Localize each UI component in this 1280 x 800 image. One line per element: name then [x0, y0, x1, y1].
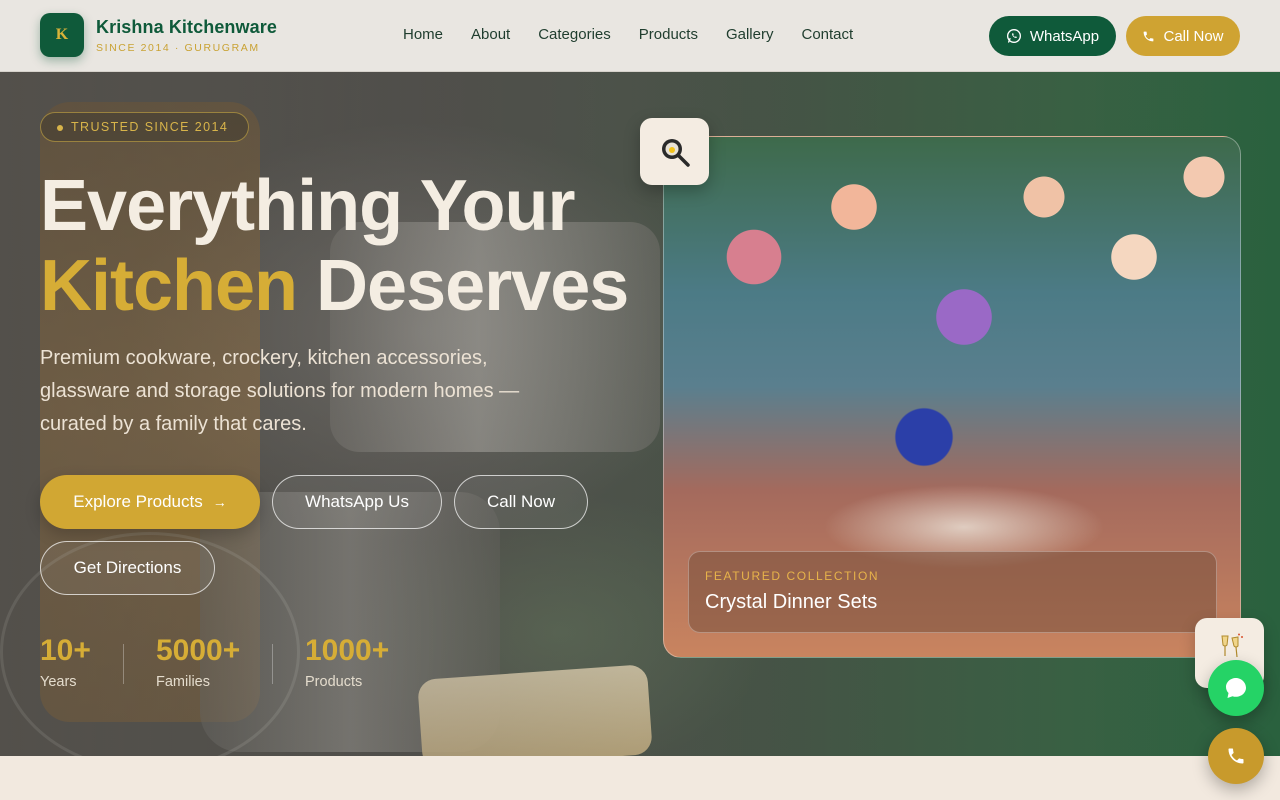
chat-fab-button[interactable]	[1208, 660, 1264, 716]
stat-value: 1000+	[305, 634, 390, 667]
nav-products[interactable]: Products	[639, 26, 698, 43]
trusted-badge: TRUSTED SINCE 2014	[40, 112, 250, 142]
frying-pan-magnifier-tile	[640, 118, 709, 185]
phone-icon	[1144, 31, 1154, 41]
stat-label: Products	[305, 674, 363, 690]
stat-value: 5000+	[156, 634, 241, 667]
featured-caption: FEATURED COLLECTION Crystal Dinner Sets	[688, 551, 1217, 633]
brand-logo[interactable]: K Krishna Kitchenware SINCE 2014 · GURUG…	[40, 13, 277, 57]
nav-contact[interactable]: Contact	[801, 26, 853, 43]
explore-products-label: Explore Products	[73, 492, 203, 511]
stat-products: 1000+ Products	[305, 634, 389, 690]
featured-title: Crystal Dinner Sets	[705, 591, 878, 613]
phone-icon	[1228, 748, 1244, 764]
headline-highlight: Kitchen	[40, 246, 298, 326]
logo-mark: K	[40, 13, 84, 57]
main-nav: Home About Categories Products Gallery C…	[403, 26, 853, 43]
stat-families: 5000+ Families	[156, 634, 240, 690]
arrow-right-icon: →	[212, 494, 227, 510]
nav-about[interactable]: About	[471, 26, 510, 43]
brand-name: Krishna Kitchenware	[96, 16, 277, 37]
logo-text: Krishna Kitchenware SINCE 2014 · GURUGRA…	[96, 17, 277, 54]
header-call-button[interactable]: Call Now	[1126, 16, 1240, 56]
hero-description: Premium cookware, crockery, kitchen acce…	[40, 347, 520, 435]
champagne-glasses-icon	[1220, 633, 1243, 658]
nav-categories[interactable]: Categories	[538, 26, 611, 43]
chat-bubble-icon	[1226, 678, 1246, 698]
headline-line1: Everything Your	[40, 166, 575, 246]
header-whatsapp-button[interactable]: WhatsApp	[989, 16, 1116, 56]
brand-tagline: SINCE 2014 · GURUGRAM	[96, 41, 260, 54]
frying-pan-magnifier-icon	[661, 138, 690, 167]
whatsapp-us-button[interactable]: WhatsApp Us	[272, 475, 442, 529]
featured-kicker: FEATURED COLLECTION	[705, 569, 880, 583]
next-section-strip	[0, 756, 1280, 800]
whatsapp-icon	[1006, 29, 1021, 43]
hero-headline: Everything Your Kitchen Deserves	[40, 166, 660, 326]
call-now-button[interactable]: Call Now	[454, 475, 588, 529]
get-directions-button[interactable]: Get Directions	[40, 541, 215, 595]
stat-value: 10+	[40, 634, 91, 667]
nav-gallery[interactable]: Gallery	[726, 26, 774, 43]
stat-label: Families	[156, 674, 210, 690]
header-whatsapp-label: WhatsApp	[1029, 27, 1100, 45]
featured-collection-card[interactable]: FEATURED COLLECTION Crystal Dinner Sets	[663, 136, 1241, 658]
stat-divider	[272, 644, 273, 684]
stat-label: Years	[40, 674, 77, 690]
hero-section: TRUSTED SINCE 2014 Everything Your Kitch…	[0, 72, 1280, 756]
site-header: K Krishna Kitchenware SINCE 2014 · GURUG…	[0, 0, 1280, 72]
explore-products-button[interactable]: Explore Products →	[40, 475, 260, 529]
stat-divider	[123, 644, 124, 684]
phone-fab-button[interactable]	[1208, 728, 1264, 784]
stat-years: 10+ Years	[40, 634, 91, 690]
headline-rest: Deserves	[297, 246, 629, 326]
header-call-label: Call Now	[1163, 27, 1224, 45]
nav-home[interactable]: Home	[403, 26, 443, 43]
